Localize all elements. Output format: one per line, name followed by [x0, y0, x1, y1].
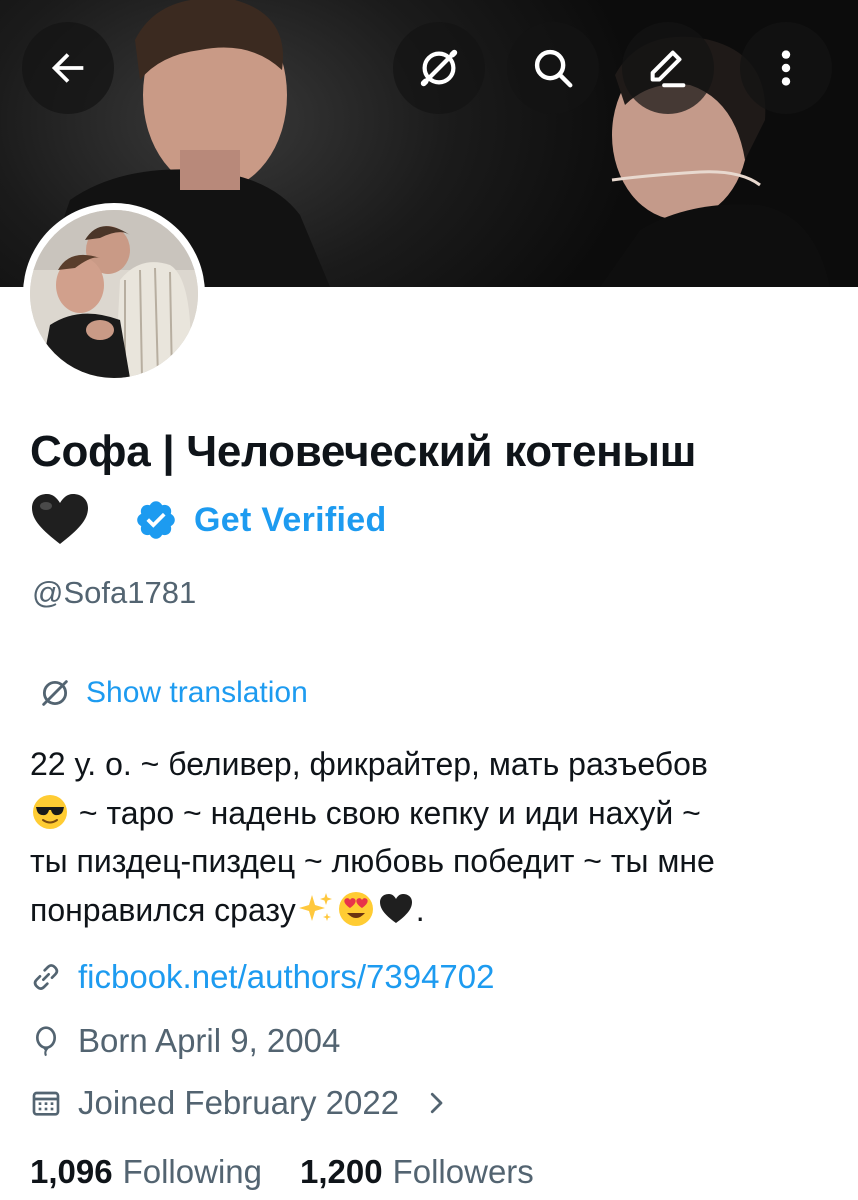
- search-button[interactable]: [507, 22, 599, 114]
- bio-line-4: понравился сразу .: [30, 886, 830, 935]
- translate-toggle-button[interactable]: [393, 22, 485, 114]
- website-link[interactable]: ficbook.net/authors/7394702: [78, 958, 494, 996]
- get-verified-link[interactable]: Get Verified: [194, 501, 387, 540]
- birthday-text: Born April 9, 2004: [78, 1022, 341, 1059]
- following-count: 1,096: [30, 1153, 113, 1190]
- display-name: Софа | Человеческий котеныш: [30, 427, 697, 476]
- translate-icon: [42, 680, 68, 706]
- no-translate-icon: [420, 49, 458, 87]
- show-translation-link[interactable]: Show translation: [38, 676, 308, 710]
- joined-row[interactable]: Joined February 2022: [30, 1084, 451, 1122]
- black-heart-emoji-icon: [32, 494, 88, 544]
- followers-label: Followers: [392, 1153, 534, 1190]
- joined-text: Joined February 2022: [78, 1084, 400, 1121]
- birthday-row: Born April 9, 2004: [30, 1022, 340, 1060]
- bio-line-4-end: .: [415, 891, 425, 928]
- user-handle: @Sofa1781: [32, 575, 197, 610]
- balloon-icon: [36, 1026, 56, 1057]
- show-translation-label: Show translation: [86, 676, 308, 709]
- edit-button[interactable]: [622, 22, 714, 114]
- bio-line-1: 22 у. о. ~ беливер, фикрайтер, мать разъ…: [30, 746, 708, 782]
- following-link[interactable]: 1,096 Following: [30, 1153, 262, 1191]
- calendar-icon: [32, 1091, 60, 1116]
- bio-line-2-text: ~ таро ~ надень свою кепку и иди нахуй ~: [70, 794, 701, 831]
- black-heart-emoji-icon: [379, 893, 412, 923]
- edit-icon: [650, 50, 686, 88]
- sunglasses-emoji-icon: [33, 794, 67, 829]
- follow-stats: 1,096 Following 1,200 Followers: [30, 1153, 534, 1191]
- back-button[interactable]: [22, 22, 114, 114]
- chevron-right-icon: [430, 1092, 443, 1114]
- heart-eyes-emoji-icon: [338, 891, 373, 926]
- website-row: ficbook.net/authors/7394702: [30, 958, 494, 996]
- verified-badge-icon[interactable]: [134, 498, 178, 542]
- bio-line-2: ~ таро ~ надень свою кепку и иди нахуй ~: [30, 789, 830, 838]
- bio-line-4-text: понравился сразу: [30, 891, 296, 928]
- following-label: Following: [122, 1153, 262, 1190]
- sparkles-emoji-icon: [298, 892, 332, 921]
- bio-line-3: ты пиздец-пиздец ~ любовь победит ~ ты м…: [30, 843, 715, 879]
- more-vertical-icon: [781, 50, 791, 86]
- avatar-photo: [30, 210, 198, 378]
- followers-count: 1,200: [300, 1153, 383, 1190]
- avatar[interactable]: [23, 203, 205, 385]
- followers-link[interactable]: 1,200 Followers: [300, 1153, 534, 1191]
- name-badges-row: Get Verified: [30, 492, 387, 548]
- search-icon: [534, 49, 573, 88]
- arrow-left-icon: [51, 53, 84, 83]
- profile-bio: 22 у. о. ~ беливер, фикрайтер, мать разъ…: [30, 740, 830, 934]
- more-options-button[interactable]: [740, 22, 832, 114]
- link-icon: [33, 964, 59, 990]
